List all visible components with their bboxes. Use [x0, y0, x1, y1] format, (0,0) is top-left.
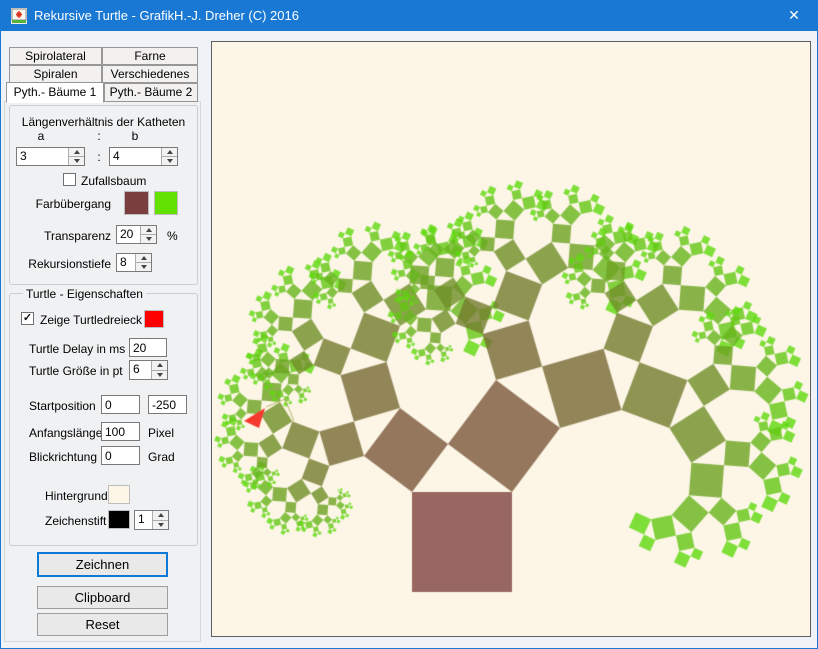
app-icon — [11, 8, 27, 24]
zeichenstift-swatch[interactable] — [108, 510, 130, 529]
ratio-a-up-arrow[interactable] — [69, 148, 84, 157]
app-window: Rekursive Turtle - Grafik H.-J. Dreher (… — [0, 0, 818, 649]
ratio-b-value: 4 — [110, 148, 161, 165]
drawing-panel[interactable] — [211, 41, 811, 637]
startposition-label: Startposition — [29, 399, 96, 413]
reset-button[interactable]: Reset — [37, 613, 168, 636]
turtle-groesse-down-arrow[interactable] — [152, 371, 167, 380]
transparenz-value: 20 — [117, 226, 140, 243]
rekursionstiefe-label: Rekursionstiefe — [26, 257, 111, 271]
rekursionstiefe-up-arrow[interactable] — [136, 254, 151, 263]
ab-colon-label: : — [94, 129, 104, 143]
blickrichtung-input[interactable] — [101, 446, 140, 465]
zeige-turtledreieck-label: Zeige Turtledreieck — [40, 313, 142, 327]
zufallsbaum-checkbox[interactable] — [63, 173, 76, 186]
window-author: H.-J. Dreher (C) 2016 — [174, 1, 299, 30]
title-bar: Rekursive Turtle - Grafik H.-J. Dreher (… — [1, 1, 817, 31]
stift-down-arrow[interactable] — [153, 521, 168, 530]
tab-pyth-baeume-2[interactable]: Pyth.- Bäume 2 — [104, 83, 198, 102]
stift-breite-value: 1 — [135, 511, 152, 529]
close-button[interactable]: ✕ — [771, 1, 817, 31]
zeichnen-button[interactable]: Zeichnen — [37, 552, 168, 577]
turtle-groesse-stepper[interactable]: 6 — [129, 360, 168, 380]
pixel-label: Pixel — [148, 426, 174, 440]
ratio-b-stepper[interactable]: 4 — [109, 147, 178, 166]
tab-spirolateral[interactable]: Spirolateral — [9, 47, 102, 65]
turtle-delay-input[interactable] — [129, 338, 167, 357]
turtle-groesse-label: Turtle Größe in pt — [29, 364, 123, 378]
farbuebergang-label: Farbübergang — [21, 197, 111, 211]
ratio-b-down-arrow[interactable] — [162, 157, 177, 165]
ratio-a-stepper[interactable]: 3 — [16, 147, 85, 166]
zeichenstift-label: Zeichenstift — [45, 514, 106, 528]
turtle-group-title: Turtle - Eigenschaften — [23, 287, 146, 301]
start-y-input[interactable] — [148, 395, 187, 414]
grad-label: Grad — [148, 450, 175, 464]
transparenz-up-arrow[interactable] — [141, 226, 156, 235]
tab-verschiedenes[interactable]: Verschiedenes — [102, 65, 198, 83]
rekursionstiefe-down-arrow[interactable] — [136, 263, 151, 271]
clipboard-button[interactable]: Clipboard — [37, 586, 168, 609]
hintergrund-swatch[interactable] — [108, 485, 130, 504]
stift-up-arrow[interactable] — [153, 511, 168, 521]
ratio-b-up-arrow[interactable] — [162, 148, 177, 157]
anfangslaenge-label: Anfangslänge — [29, 426, 102, 440]
tab-spiralen[interactable]: Spiralen — [9, 65, 102, 83]
window-title: Rekursive Turtle - Grafik — [34, 1, 174, 30]
b-label: b — [125, 129, 145, 143]
ratio-a-down-arrow[interactable] — [69, 157, 84, 165]
transparenz-label: Transparenz — [31, 229, 111, 243]
zufallsbaum-label: Zufallsbaum — [81, 174, 146, 188]
transparenz-stepper[interactable]: 20 — [116, 225, 157, 244]
pythagoras-tree-canvas — [212, 42, 810, 636]
katheten-title: Längenverhältnis der Katheten — [11, 115, 196, 129]
start-x-input[interactable] — [101, 395, 140, 414]
turtle-delay-label: Turtle Delay in ms — [29, 342, 125, 356]
transparenz-down-arrow[interactable] — [141, 235, 156, 243]
turtle-color-swatch[interactable] — [144, 310, 164, 328]
stift-breite-stepper[interactable]: 1 — [134, 510, 169, 530]
tab-farne[interactable]: Farne — [102, 47, 198, 65]
spinner-colon-label: : — [94, 150, 104, 164]
tab-pyth-baeume-1[interactable]: Pyth.- Bäume 1 — [6, 82, 104, 103]
hintergrund-label: Hintergrund — [45, 489, 108, 503]
color-end-swatch[interactable] — [154, 191, 178, 215]
turtle-groupbox — [9, 293, 198, 546]
color-start-swatch[interactable] — [124, 191, 149, 215]
rekursionstiefe-value: 8 — [117, 254, 135, 271]
turtle-groesse-up-arrow[interactable] — [152, 361, 167, 371]
rekursionstiefe-stepper[interactable]: 8 — [116, 253, 152, 272]
turtle-groesse-value: 6 — [130, 361, 151, 379]
zeige-turtledreieck-checkbox[interactable]: ✓ — [21, 312, 34, 325]
anfangslaenge-input[interactable] — [101, 422, 140, 441]
ratio-a-value: 3 — [17, 148, 68, 165]
a-label: a — [31, 129, 51, 143]
percent-label: % — [167, 229, 178, 243]
blickrichtung-label: Blickrichtung — [29, 450, 97, 464]
